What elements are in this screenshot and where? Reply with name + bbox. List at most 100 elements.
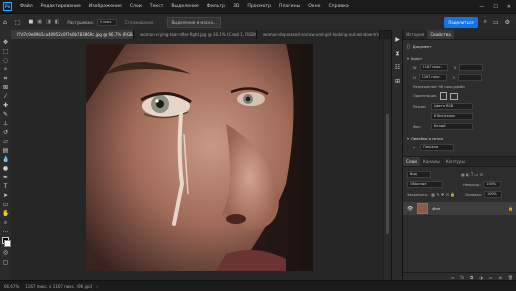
width-field[interactable]: 1167 пикс. bbox=[419, 64, 448, 71]
history-icon[interactable]: ⧗ bbox=[394, 50, 401, 57]
scrollbar-thumb[interactable] bbox=[386, 114, 389, 234]
minimize-icon[interactable]: — bbox=[479, 4, 484, 10]
feather-input[interactable]: 0 пикс bbox=[96, 18, 117, 26]
menu-window[interactable]: Окно bbox=[308, 4, 320, 9]
new-layer-icon[interactable]: ⊞ bbox=[499, 275, 502, 280]
eye-icon[interactable]: 👁 bbox=[407, 206, 413, 212]
properties-icon[interactable]: ☷ bbox=[394, 64, 401, 71]
portrait-icon[interactable] bbox=[440, 92, 448, 100]
ps-logo-icon[interactable]: Ps bbox=[3, 2, 12, 11]
marquee-tool-icon[interactable]: ⬚ bbox=[2, 48, 9, 55]
mode-select[interactable]: Цвета RGB bbox=[431, 103, 473, 110]
menu-type[interactable]: Текст bbox=[150, 4, 164, 9]
document-image[interactable] bbox=[86, 44, 313, 271]
close-icon[interactable]: ✕ bbox=[507, 4, 511, 10]
menu-image[interactable]: Изображение bbox=[89, 4, 122, 9]
blur-tool-icon[interactable]: 💧 bbox=[2, 156, 9, 163]
tab-history[interactable]: История bbox=[403, 30, 427, 39]
tab-paths[interactable]: Контуры bbox=[443, 157, 468, 166]
opacity-field[interactable]: 100% bbox=[483, 181, 502, 188]
tab-document-1[interactable]: f7d7c9e89b5ca40952c0f7e0b783869c.jpg @ 6… bbox=[11, 30, 134, 39]
quick-select-icon[interactable]: ⚬ bbox=[2, 66, 9, 73]
zoom-tool-icon[interactable]: ⌕ bbox=[2, 219, 9, 226]
layer-row[interactable]: 👁 Фон 🔒 bbox=[403, 202, 516, 215]
move-tool-icon[interactable]: ✥ bbox=[2, 39, 9, 46]
edit-toolbar-icon[interactable]: … bbox=[2, 227, 9, 234]
tab-channels[interactable]: Каналы bbox=[420, 157, 443, 166]
crop-tool-icon[interactable]: ⌗ bbox=[2, 75, 9, 82]
subtract-selection-icon[interactable]: ◨ bbox=[46, 19, 51, 25]
menu-select[interactable]: Выделение bbox=[171, 4, 198, 9]
brush-tool-icon[interactable]: ✎ bbox=[2, 111, 9, 118]
play-icon[interactable]: ▶ bbox=[394, 36, 401, 43]
lock-icon[interactable]: 🔒 bbox=[508, 206, 513, 211]
lock-icon[interactable]: ▦ ✎ ✥ ⊡ 🔒 bbox=[431, 192, 455, 197]
pen-tool-icon[interactable]: ✒ bbox=[2, 174, 9, 181]
select-and-mask-button[interactable]: Выделение и маска... bbox=[167, 16, 221, 28]
workspace-icon[interactable]: ▭ bbox=[493, 19, 499, 26]
menu-file[interactable]: Файл bbox=[20, 4, 33, 9]
history-brush-icon[interactable]: ↺ bbox=[2, 129, 9, 136]
menu-layers[interactable]: Слои bbox=[130, 4, 142, 9]
add-selection-icon[interactable]: ▣ bbox=[37, 19, 42, 25]
frame-tool-icon[interactable]: ⊠ bbox=[2, 84, 9, 91]
gradient-tool-icon[interactable]: ▤ bbox=[2, 147, 9, 154]
rulers-units-select[interactable]: Пиксели bbox=[420, 144, 455, 151]
fill-select[interactable]: Белый bbox=[431, 123, 473, 130]
hand-tool-icon[interactable]: ✋ bbox=[2, 210, 9, 217]
y-field[interactable] bbox=[457, 74, 482, 81]
trash-icon[interactable]: 🗑 bbox=[508, 275, 513, 280]
menu-edit[interactable]: Редактирование bbox=[41, 4, 81, 9]
tab-layers[interactable]: Слои bbox=[403, 157, 420, 166]
dodge-tool-icon[interactable]: ● bbox=[2, 165, 9, 172]
menu-view[interactable]: Просмотр bbox=[247, 4, 271, 9]
marquee-tool-icon[interactable]: ⬚ bbox=[15, 19, 21, 26]
screen-mode-icon[interactable]: ▢ bbox=[2, 259, 9, 266]
healing-brush-icon[interactable]: ✚ bbox=[2, 102, 9, 109]
tab-document-2[interactable]: woman-crying-tear-after-fight.jpg @ 16,1… bbox=[134, 30, 257, 39]
path-select-icon[interactable]: ➤ bbox=[2, 192, 9, 199]
fill-percent-field[interactable]: 100% bbox=[484, 191, 503, 198]
tab-properties[interactable]: Свойства bbox=[427, 30, 454, 39]
antialias-checkbox[interactable]: Сглаживание bbox=[125, 20, 154, 25]
menu-plugins[interactable]: Плагины bbox=[279, 4, 300, 9]
quick-mask-icon[interactable]: ◎ bbox=[2, 249, 9, 256]
adjustment-layer-icon[interactable]: ◑ bbox=[479, 275, 483, 280]
x-field[interactable] bbox=[459, 64, 484, 71]
type-tool-icon[interactable]: T bbox=[2, 183, 9, 190]
intersect-selection-icon[interactable]: ◧ bbox=[55, 19, 60, 25]
filter-pixel-icon[interactable]: ▦ ◐ T ▭ ⊡ bbox=[461, 172, 483, 177]
eraser-tool-icon[interactable]: ▱ bbox=[2, 138, 9, 145]
height-field[interactable]: 1167 пикс. bbox=[418, 74, 447, 81]
share-button[interactable]: Поделиться bbox=[444, 16, 478, 28]
layer-filter-select[interactable]: Вид bbox=[407, 171, 431, 178]
menu-3d[interactable]: 3D bbox=[233, 4, 239, 9]
fx-icon[interactable]: fx bbox=[460, 275, 464, 280]
lasso-tool-icon[interactable]: ◌ bbox=[2, 57, 9, 64]
search-icon[interactable]: ⌕ bbox=[484, 18, 487, 26]
mask-icon[interactable]: ◘ bbox=[470, 275, 473, 280]
background-color-swatch[interactable] bbox=[4, 240, 11, 247]
vertical-scrollbar[interactable] bbox=[384, 39, 391, 280]
blend-mode-select[interactable]: Обычные bbox=[407, 181, 443, 188]
gear-icon[interactable]: ⚙ bbox=[505, 19, 510, 26]
chevron-down-icon[interactable]: ▾ bbox=[407, 136, 409, 141]
clone-stamp-icon[interactable]: ⊥ bbox=[2, 120, 9, 127]
new-selection-icon[interactable]: ■ bbox=[28, 19, 33, 25]
zoom-level[interactable]: 66,67% bbox=[4, 284, 19, 289]
home-icon[interactable]: ⌂ bbox=[3, 19, 7, 26]
depth-select[interactable]: 8 бит/канал bbox=[431, 113, 473, 120]
group-icon[interactable]: ▭ bbox=[489, 275, 493, 280]
tab-document-3[interactable]: woman-depressed-sorrow-and-girl-looking-… bbox=[257, 30, 380, 39]
landscape-icon[interactable] bbox=[450, 92, 459, 100]
rectangle-tool-icon[interactable]: ▭ bbox=[2, 201, 9, 208]
maximize-icon[interactable]: ☐ bbox=[493, 4, 497, 10]
chevron-down-icon[interactable]: ▾ bbox=[407, 56, 409, 61]
adjustments-icon[interactable]: ⊞ bbox=[394, 78, 401, 85]
menu-filter[interactable]: Фильтр bbox=[207, 4, 225, 9]
layer-name[interactable]: Фон bbox=[432, 207, 440, 211]
chevron-right-icon[interactable]: › bbox=[96, 284, 98, 289]
eyedropper-icon[interactable]: ⁄ bbox=[2, 93, 9, 100]
link-icon[interactable]: ∞ bbox=[451, 275, 454, 280]
menu-help[interactable]: Справка bbox=[328, 4, 348, 9]
